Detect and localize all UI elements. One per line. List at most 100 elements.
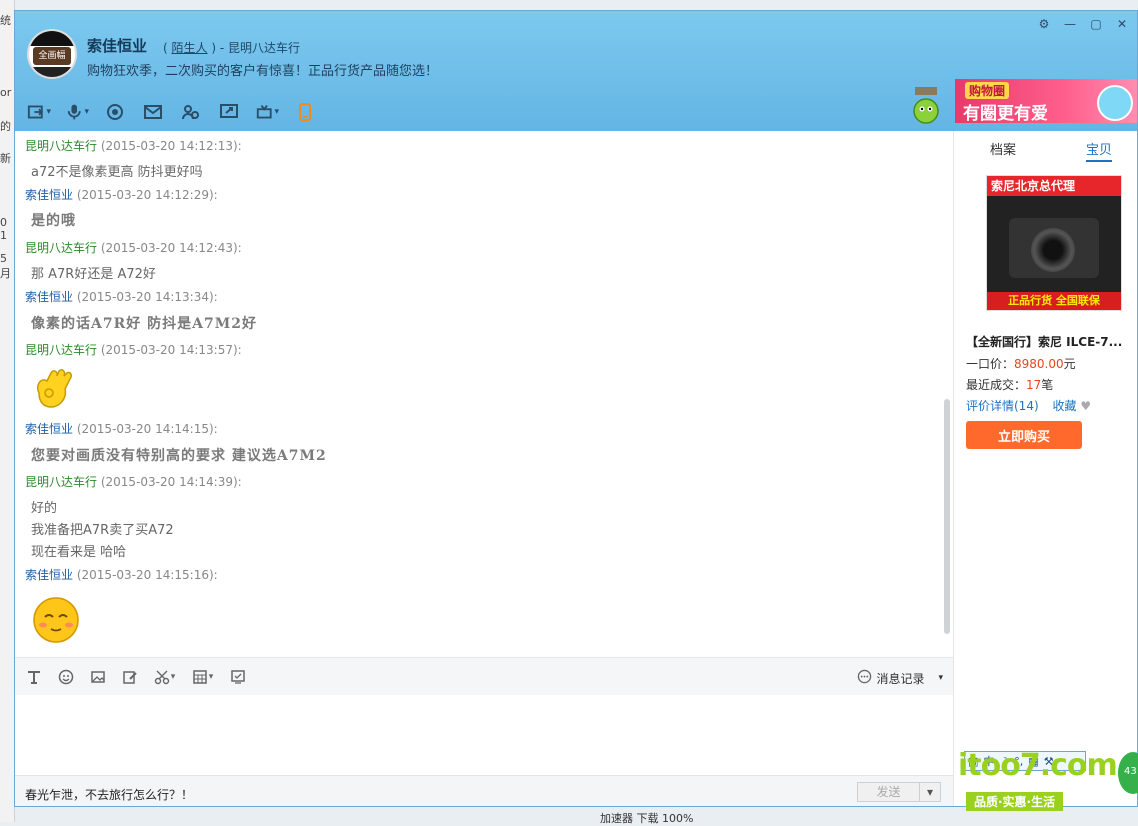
banner-top-label: 购物圈 (965, 82, 1010, 99)
smile-emoji-icon (31, 595, 81, 645)
message-history-button[interactable]: 消息记录 ▾ (857, 669, 943, 687)
message-text: 您要对画质没有特别高的要求 建议选A7M2 (31, 448, 327, 464)
badge-count: 43 (1124, 766, 1137, 777)
deals-unit: 笔 (1041, 378, 1054, 392)
message-time: (2015-03-20 14:14:15): (76, 422, 218, 436)
message-header: 索佳恒业 (2015-03-20 14:14:15): (25, 420, 218, 437)
links-row: 评价详情(14) 收藏 ♥ (966, 397, 1091, 414)
chat-window: 全画幅 索佳恒业 ( 陌生人 ) - 昆明八达车行 购物狂欢季，二次购买的客户有… (14, 10, 1138, 807)
scrollbar-thumb[interactable] (944, 399, 950, 634)
image-icon[interactable] (89, 668, 107, 686)
minimize-icon[interactable]: — (1063, 17, 1077, 31)
message-time: (2015-03-20 14:12:29): (76, 188, 218, 202)
deals-row: 最近成交：17笔 (966, 376, 1053, 393)
sender-name[interactable]: 昆明八达车行 (25, 139, 97, 153)
sender-name[interactable]: 索佳恒业 (25, 188, 73, 202)
message-header: 索佳恒业 (2015-03-20 14:13:34): (25, 288, 218, 305)
settings-icon[interactable]: ⚙ (1037, 17, 1051, 31)
add-friend-icon[interactable] (179, 101, 203, 123)
remote-assist-icon[interactable] (255, 101, 279, 123)
background-desktop-strip: 统 or 的 新 0 1 5月 (0, 0, 15, 822)
sender-name[interactable]: 索佳恒业 (25, 422, 73, 436)
favorite-link[interactable]: 收藏 (1052, 399, 1076, 413)
promo-tip[interactable]: 春光乍泄，不去旅行怎么行？！ (25, 786, 193, 803)
history-label: 消息记录 (876, 671, 925, 686)
chevron-down-icon[interactable]: ▾ (919, 783, 940, 801)
promo-banner[interactable]: 购物圈 有圈更有爱 (955, 79, 1137, 123)
product-banner-text: 索尼北京总代理 (987, 176, 1121, 196)
relation-suffix: - 昆明八达车行 (219, 41, 301, 55)
buy-now-button[interactable]: 立即购买 (966, 421, 1082, 449)
window-controls: ⚙ — ▢ ✕ (1037, 17, 1129, 31)
relation-link[interactable]: 陌生人 (172, 41, 208, 55)
mascot-icon[interactable] (911, 85, 941, 125)
contact-name[interactable]: 索佳恒业 (87, 35, 147, 56)
tab-archive[interactable]: 档案 (990, 139, 1016, 158)
font-icon[interactable] (25, 668, 43, 686)
contact-signature: 购物狂欢季，二次购买的客户有惊喜！正品行货产品随您选！ (87, 64, 439, 79)
message-editor[interactable] (15, 695, 953, 775)
bg-fragment: 0 1 (0, 216, 7, 242)
message-text: 好的 (31, 501, 58, 516)
close-icon[interactable]: ✕ (1115, 17, 1129, 31)
watermark-sub: 品质·实惠·生活 (966, 792, 1064, 811)
sender-name[interactable]: 昆明八达车行 (25, 241, 97, 255)
message-text: 是的哦 (31, 213, 76, 229)
bg-fragment: 5月 (0, 252, 11, 280)
avatar-bottom (29, 67, 75, 77)
send-button[interactable]: 发送 ▾ (857, 782, 941, 802)
message-header: 索佳恒业 (2015-03-20 14:15:16): (25, 566, 218, 583)
chevron-down-icon[interactable]: ▾ (207, 668, 215, 686)
message-text: a72不是像素更高 防抖更好吗 (31, 165, 203, 180)
sender-name[interactable]: 索佳恒业 (25, 290, 73, 304)
chat-history: 昆明八达车行 (2015-03-20 14:12:13): a72不是像素更高 … (15, 131, 953, 657)
right-tabs: 档案 宝贝 (954, 131, 1137, 162)
price-value: 8980.00 (1014, 357, 1064, 371)
input-toolbar: ▾ ▾ 消息记录 ▾ (15, 657, 953, 696)
relation-open: ( (163, 41, 168, 55)
contact-avatar[interactable]: 全画幅 (27, 29, 77, 79)
avatar-label: 全画幅 (33, 47, 71, 65)
voice-call-icon[interactable] (65, 101, 89, 123)
ok-hand-emoji-icon (31, 367, 81, 413)
message-text: 那 A7R好还是 A72好 (31, 267, 156, 282)
message-text: 我准备把A7R卖了买A72 (31, 523, 174, 538)
file-transfer-icon[interactable] (27, 101, 51, 123)
camera-lens (1031, 228, 1075, 272)
banner-main-label: 有圈更有爱 (963, 104, 1048, 123)
deals-label: 最近成交： (966, 378, 1027, 392)
product-name[interactable]: 【全新国行】索尼 ILCE-7... (966, 333, 1122, 350)
maximize-icon[interactable]: ▢ (1089, 17, 1103, 31)
heart-icon[interactable]: ♥ (1080, 399, 1091, 413)
review-link[interactable]: 评价详情(14) (966, 399, 1039, 413)
sender-name[interactable]: 昆明八达车行 (25, 475, 97, 489)
chevron-down-icon[interactable]: ▾ (169, 668, 177, 686)
mail-icon[interactable] (141, 101, 165, 123)
chevron-down-icon[interactable]: ▾ (938, 673, 943, 683)
send-label: 发送 (876, 785, 901, 799)
message-time: (2015-03-20 14:12:13): (100, 139, 242, 153)
emoji-icon[interactable] (57, 668, 75, 686)
screen-icon[interactable] (229, 668, 247, 686)
message-header: 昆明八达车行 (2015-03-20 14:14:39): (25, 473, 242, 490)
product-footer-text: 正品行货 全国联保 (987, 292, 1121, 310)
message-header: 索佳恒业 (2015-03-20 14:12:29): (25, 186, 218, 203)
video-call-icon[interactable] (103, 101, 127, 123)
mobile-icon[interactable] (293, 101, 317, 123)
sender-name[interactable]: 索佳恒业 (25, 568, 73, 582)
sender-name[interactable]: 昆明八达车行 (25, 343, 97, 357)
smiley-face-icon (1097, 85, 1133, 121)
deals-value: 17 (1026, 378, 1042, 392)
message-text: 像素的话A7R好 防抖是A7M2好 (31, 316, 257, 332)
chat-header: 全画幅 索佳恒业 ( 陌生人 ) - 昆明八达车行 购物狂欢季，二次购买的客户有… (15, 11, 1137, 131)
site-watermark: itoo7.com 品质·实惠·生活 (958, 748, 1138, 814)
product-image[interactable]: 索尼北京总代理 正品行货 全国联保 (986, 175, 1122, 311)
edit-icon[interactable] (121, 668, 139, 686)
chat-scrollbar[interactable] (943, 261, 951, 646)
bg-fragment: or (0, 86, 12, 99)
message-time: (2015-03-20 14:15:16): (76, 568, 218, 582)
message-text: 现在看来是 哈哈 (31, 545, 127, 560)
tab-baby[interactable]: 宝贝 (1086, 139, 1113, 162)
share-screen-icon[interactable] (217, 101, 241, 123)
relation-close: ) (211, 41, 217, 55)
